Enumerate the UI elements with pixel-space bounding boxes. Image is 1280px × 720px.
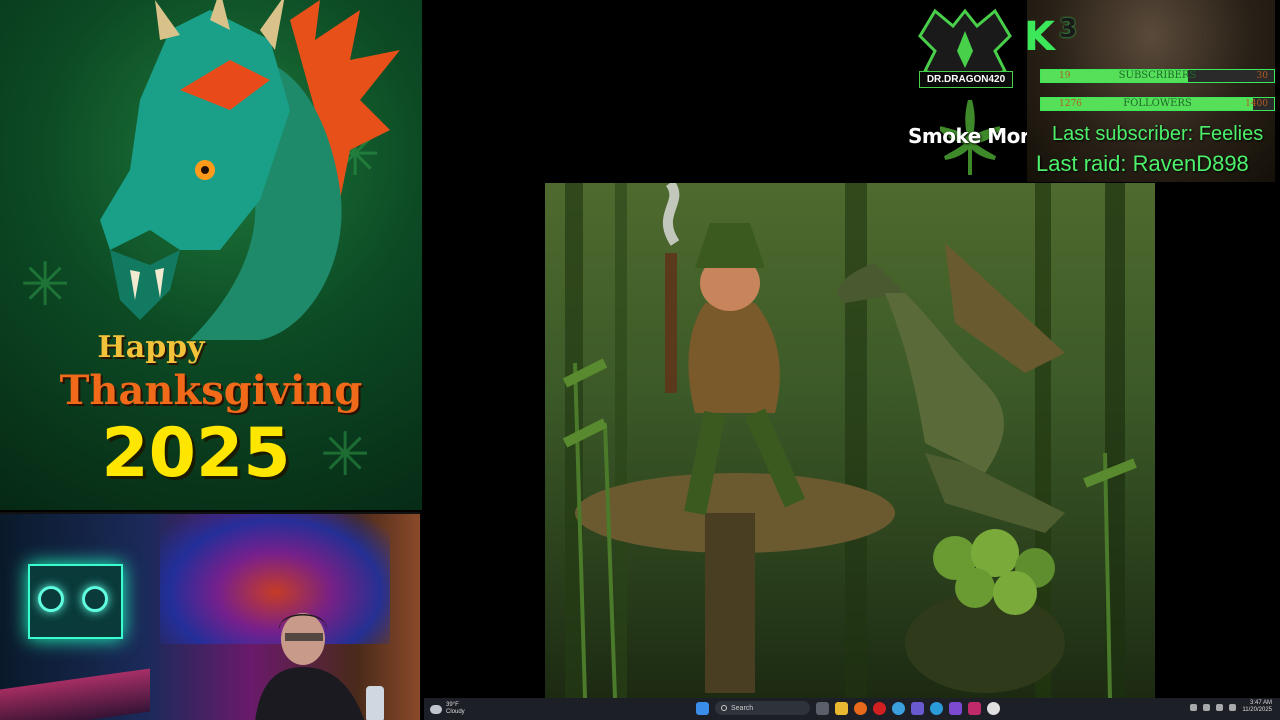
kick-letter: K [1024,14,1055,60]
taskbar-search[interactable]: Search [715,701,810,715]
webcam-feed [0,512,420,720]
last-subscriber-text: Last subscriber: Feelies [1052,123,1264,145]
promo-year-text: 2025 [101,414,291,493]
fan-icon [82,586,108,612]
dragon-illustration [100,0,400,340]
promo-thanksgiving-text: Thanksgiving [59,367,363,414]
search-icon [721,705,727,711]
cloud-icon [430,704,442,714]
weather-widget[interactable]: 39°F Cloudy [430,702,465,716]
task-view-icon[interactable] [816,701,829,715]
chevron-up-icon[interactable] [1190,703,1198,711]
obs-icon[interactable] [949,701,962,715]
last-raid-text: Last raid: RavenD898 [1036,151,1249,176]
followers-goal-bar: 1276 FOLLOWERS 1400 [1040,97,1275,111]
water-bottle [366,686,384,720]
taskbar-clock[interactable]: 3:47 AM 11/20/2025 [1242,700,1272,714]
channel-logo-text: DR.DRAGON420 [919,71,1013,88]
gaming-pc [28,564,123,639]
wifi-icon[interactable] [1216,703,1224,711]
followers-label: FOLLOWERS [1123,98,1192,109]
weather-temp: 39°F [446,702,459,708]
windows-taskbar: 39°F Cloudy Search 3:47 AM 11/20/2025 [424,698,1280,720]
clock-date: 11/20/2025 [1242,707,1272,713]
smoke-more-text: Smoke More [908,124,1043,148]
system-tray: 3:47 AM 11/20/2025 [1190,700,1272,714]
subscribers-goal-bar: 19 SUBSCRIBERS 30 [1040,69,1275,83]
file-explorer-icon[interactable] [835,701,848,715]
kick-badge: K3 [1024,14,1077,60]
firefox-icon[interactable] [854,701,867,715]
kick-number: 3 [1059,14,1078,44]
app-icon[interactable] [968,701,981,715]
keyboard [0,668,150,720]
microphone-icon[interactable] [1203,703,1211,711]
search-placeholder: Search [731,704,754,712]
subscribers-label: SUBSCRIBERS [1118,70,1197,81]
thanksgiving-promo-image: ✳ ✳ ✳ Happy Thanksgiving 2025 [0,0,422,510]
taskbar-pinned-apps: Search [696,701,1000,715]
streamer [255,613,365,720]
windows-start-icon[interactable] [696,701,709,715]
app-icon[interactable] [987,701,1000,715]
followers-goal: 1400 [1245,99,1268,109]
opera-icon[interactable] [873,701,886,715]
subscribers-goal: 30 [1256,71,1268,81]
clock-time: 3:47 AM [1249,700,1272,706]
fan-icon [38,586,64,612]
leprechaun-dragon-artwork [545,183,1155,698]
volume-icon[interactable] [1229,703,1237,711]
weather-desc: Cloudy [446,709,465,715]
promo-happy-text: Happy [97,330,205,365]
chrome-icon[interactable] [892,701,905,715]
edge-icon[interactable] [930,701,943,715]
teams-icon[interactable] [911,701,924,715]
stream-scene: ✳ ✳ ✳ Happy Thanksgiving 2025 DR.DRAGON4… [0,0,1280,720]
